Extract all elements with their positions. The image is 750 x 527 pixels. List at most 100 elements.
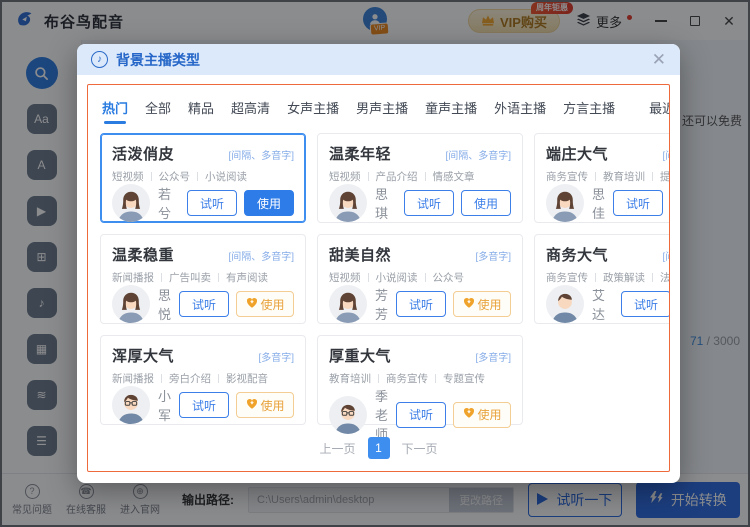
card-tag: [间隔、多音字]: [662, 147, 670, 162]
use-button[interactable]: 使用: [453, 291, 511, 317]
pagination: 上一页 1 下一页: [100, 437, 657, 459]
category-separator: [368, 273, 369, 282]
card-title: 甜美自然: [329, 244, 391, 265]
listen-button[interactable]: 试听: [179, 392, 229, 418]
category-label: 小说阅读: [205, 169, 247, 184]
category-separator: [425, 172, 426, 181]
category-separator: [378, 374, 379, 383]
anchor-card[interactable]: 商务大气[间隔、多音字]商务宣传政策解读法律宣讲艾达试听使用: [534, 234, 670, 324]
category-label: 法律宣讲: [660, 270, 670, 285]
use-button[interactable]: 使用: [453, 402, 511, 428]
category-label: 公众号: [433, 270, 465, 285]
listen-button[interactable]: 试听: [404, 190, 454, 216]
category-label: 短视频: [329, 270, 361, 285]
prev-page-button[interactable]: 上一页: [319, 440, 355, 457]
category-separator: [218, 273, 219, 282]
anchor-card[interactable]: 厚重大气[多音字]教育培训商务宣传专题宣传季老师试听使用: [317, 335, 523, 425]
category-separator: [161, 374, 162, 383]
tab-方言主播[interactable]: 方言主播: [563, 98, 615, 122]
tab-外语主播[interactable]: 外语主播: [494, 98, 546, 122]
category-label: 有声阅读: [226, 270, 268, 285]
anchor-name: 小军: [158, 386, 171, 424]
anchor-card[interactable]: 浑厚大气[多音字]新闻播报旁白介绍影视配音小军试听使用: [100, 335, 306, 425]
card-categories: 短视频小说阅读公众号: [329, 270, 511, 285]
category-separator: [151, 172, 152, 181]
anchor-type-modal: ♪ 背景主播类型 ✕ 热门全部精品超高清女声主播男声主播童声主播外语主播方言主播…: [77, 44, 680, 483]
use-button-label: 使用: [261, 397, 285, 414]
category-label: 短视频: [329, 169, 361, 184]
tab-超高清[interactable]: 超高清: [231, 98, 270, 122]
use-button-label: 使用: [478, 406, 502, 423]
category-label: 商务宣传: [546, 270, 588, 285]
anchor-card[interactable]: 温柔稳重[间隔、多音字]新闻播报广告叫卖有声阅读思悦试听使用: [100, 234, 306, 324]
listen-button[interactable]: 试听: [179, 291, 229, 317]
card-tag: [间隔、多音字]: [662, 248, 670, 263]
anchor-name: 思佳: [592, 184, 605, 222]
tab-女声主播[interactable]: 女声主播: [287, 98, 339, 122]
anchor-name: 季老师: [375, 386, 388, 443]
use-button-label: 使用: [257, 197, 281, 211]
anchor-name: 思琪: [375, 184, 396, 222]
category-label: 公众号: [159, 169, 191, 184]
next-page-button[interactable]: 下一页: [402, 440, 438, 457]
listen-button[interactable]: 试听: [613, 190, 663, 216]
anchor-card[interactable]: 端庄大气[间隔、多音字]商务宣传教育培训提示语思佳试听使用: [534, 133, 670, 223]
anchor-card[interactable]: 甜美自然[多音字]短视频小说阅读公众号芳芳试听使用: [317, 234, 523, 324]
category-label: 政策解读: [603, 270, 645, 285]
category-separator: [161, 273, 162, 282]
anchor-avatar: [546, 184, 584, 222]
anchor-name: 芳芳: [375, 285, 388, 323]
modal-header: ♪ 背景主播类型 ✕: [77, 44, 680, 75]
listen-button[interactable]: 试听: [621, 291, 670, 317]
card-tag: [间隔、多音字]: [228, 147, 294, 162]
use-button[interactable]: 使用: [244, 190, 294, 216]
use-button[interactable]: 使用: [461, 190, 511, 216]
tab-最近使用[interactable]: 最近使用: [649, 98, 670, 122]
listen-button[interactable]: 试听: [396, 402, 446, 428]
anchor-card[interactable]: 活泼俏皮 [间隔、多音字] 短视频公众号小说阅读若兮试听 使用: [100, 133, 306, 223]
anchor-card[interactable]: 温柔年轻[间隔、多音字]短视频产品介绍情感文章思琪试听使用: [317, 133, 523, 223]
card-title: 温柔稳重: [112, 244, 174, 265]
vip-gem-icon: [463, 407, 475, 422]
current-page-button[interactable]: 1: [368, 437, 390, 459]
listen-button[interactable]: 试听: [396, 291, 446, 317]
anchor-name: 若兮: [158, 184, 179, 222]
use-button-label: 使用: [474, 197, 498, 211]
card-title: 端庄大气: [546, 143, 608, 164]
category-label: 旁白介绍: [169, 371, 211, 386]
app-window: 布谷鸟配音 VIP VIP购买 周年钜惠: [0, 0, 750, 527]
category-separator: [435, 374, 436, 383]
vip-gem-icon: [246, 297, 258, 312]
modal-close-icon[interactable]: ✕: [652, 51, 666, 68]
category-label: 商务宣传: [386, 371, 428, 386]
anchor-avatar: [112, 184, 150, 222]
anchor-panel: 热门全部精品超高清女声主播男声主播童声主播外语主播方言主播 最近使用 活泼俏皮 [间…: [87, 84, 670, 472]
card-title: 活泼俏皮: [112, 143, 174, 164]
category-separator: [425, 273, 426, 282]
tab-热门[interactable]: 热门: [102, 98, 128, 122]
tab-男声主播[interactable]: 男声主播: [356, 98, 408, 122]
category-label: 教育培训: [329, 371, 371, 386]
use-button-label: 使用: [478, 296, 502, 313]
vip-gem-icon: [246, 398, 258, 413]
vip-gem-icon: [463, 297, 475, 312]
card-title: 温柔年轻: [329, 143, 391, 164]
category-label: 提示语: [660, 169, 670, 184]
category-label: 教育培训: [603, 169, 645, 184]
category-label: 短视频: [112, 169, 144, 184]
anchor-cards: 活泼俏皮[间隔、多音字]短视频公众号小说阅读若兮试听使用温柔年轻[间隔、多音字]…: [100, 133, 657, 425]
use-button[interactable]: 使用: [236, 291, 294, 317]
card-title: 浑厚大气: [112, 345, 174, 366]
card-categories: 短视频产品介绍情感文章: [329, 169, 511, 184]
listen-button[interactable]: 试听: [187, 190, 237, 216]
category-label: 新闻播报: [112, 371, 154, 386]
card-categories: 商务宣传政策解读 法律宣讲: [546, 270, 670, 285]
anchor-avatar: [329, 396, 367, 434]
card-tag: [间隔、多音字]: [228, 248, 294, 263]
use-button[interactable]: 使用: [236, 392, 294, 418]
tab-童声主播[interactable]: 童声主播: [425, 98, 477, 122]
tab-精品[interactable]: 精品: [188, 98, 214, 122]
card-categories: 新闻播报广告叫卖有声阅读: [112, 270, 294, 285]
music-note-icon: ♪: [91, 51, 108, 68]
tab-全部[interactable]: 全部: [145, 98, 171, 122]
